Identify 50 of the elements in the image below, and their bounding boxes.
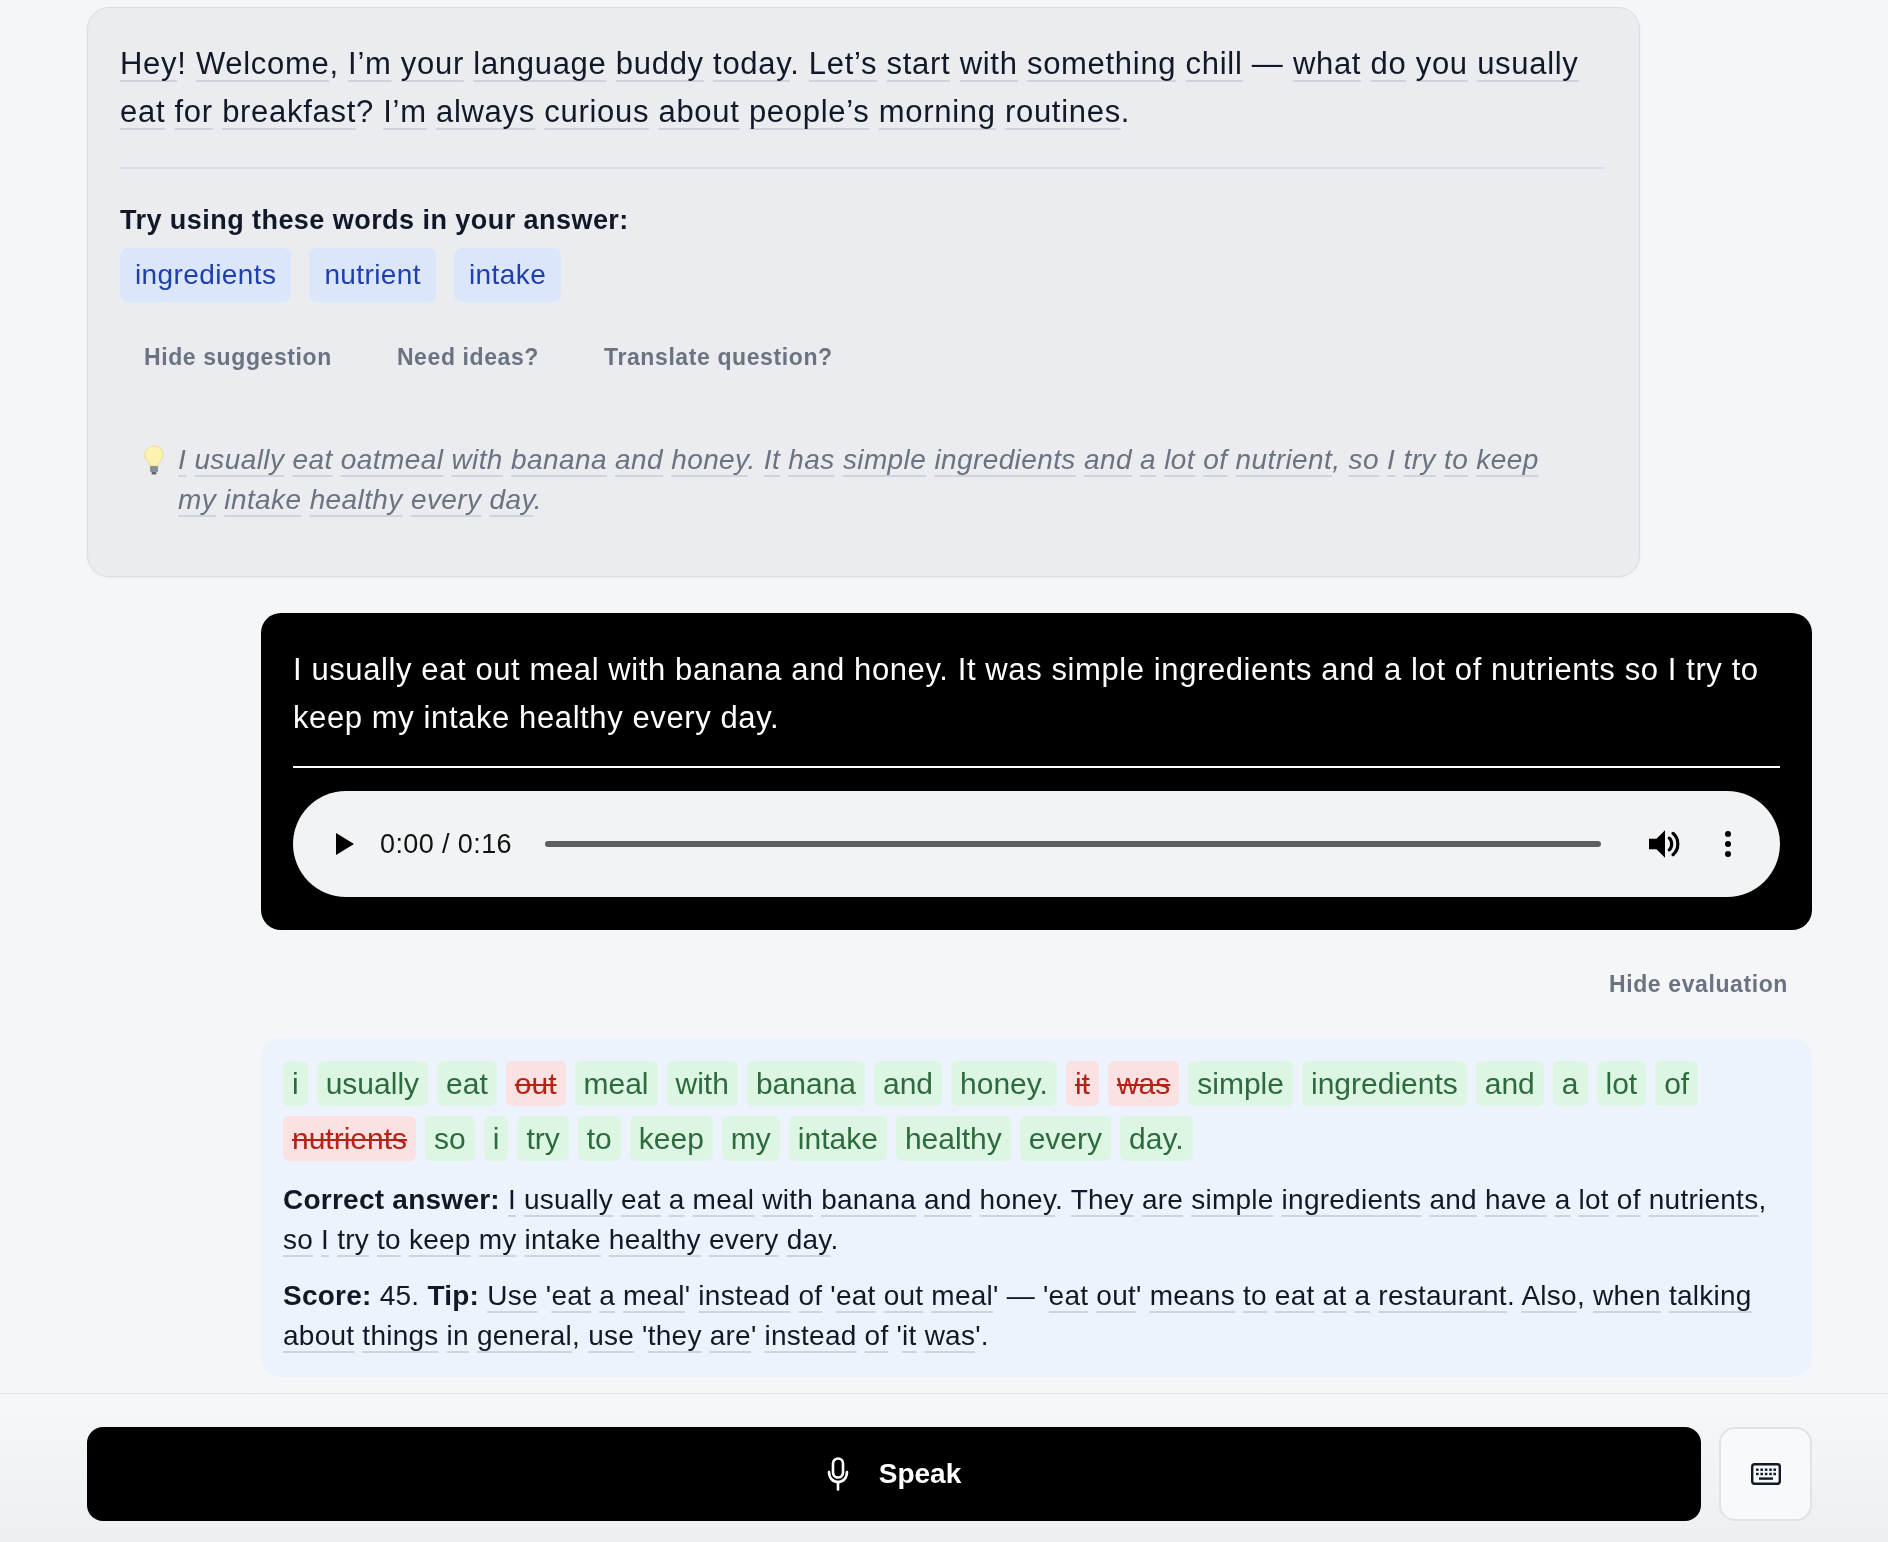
action-button[interactable]: Hide suggestion	[120, 329, 356, 385]
lightbulb-icon	[144, 445, 164, 475]
correct-word: ingredients	[1302, 1061, 1467, 1106]
play-icon[interactable]	[336, 833, 354, 855]
score-and-tip-text: Score: 45. Tip: Use 'eat a meal' instead of 'eat out meal' — 'eat out' means to eat at a restaurant. Also, when talking about things in general, use 'they are' instead of 'it was'.	[283, 1279, 1753, 1353]
correct-word: and	[1475, 1061, 1544, 1106]
correct-word: with	[666, 1061, 738, 1106]
correct-word: day.	[1120, 1116, 1193, 1161]
correct-word: try	[517, 1116, 569, 1161]
action-button[interactable]: Need ideas?	[372, 329, 563, 385]
suggestion-text: I usually eat oatmeal with banana and honey. It has simple ingredients and a lot of nutrient, so I try to keep my intake healthy every day.	[178, 443, 1540, 517]
vocabulary-chip[interactable]: nutrient	[309, 248, 436, 302]
correct-word: a	[1552, 1061, 1588, 1106]
playback-time: 0:00 / 0:16	[380, 828, 512, 860]
correct-word: my	[721, 1116, 780, 1161]
correct-word: i	[283, 1061, 308, 1106]
speak-button[interactable]: Speak	[87, 1427, 1701, 1521]
correct-word: lot	[1596, 1061, 1647, 1106]
keyboard-button[interactable]	[1719, 1427, 1812, 1521]
correct-word: intake	[788, 1116, 887, 1161]
incorrect-word: nutrients	[283, 1116, 417, 1161]
correct-word: so	[425, 1116, 475, 1161]
microphone-icon	[826, 1457, 849, 1491]
user-message-text: I usually eat out meal with banana and honey. It was simple ingredients and a lot of nutrients so I try to keep my intake healthy every day.	[293, 651, 1760, 737]
correct-answer-text: Correct answer: I usually eat a meal with banana and honey. They are simple ingredients and have a lot of nutrients, so I try to keep my intake healthy every day.	[283, 1183, 1768, 1257]
keyboard-icon	[1750, 1463, 1781, 1485]
correct-word: to	[577, 1116, 621, 1161]
correct-word: keep	[629, 1116, 713, 1161]
correct-word: simple	[1188, 1061, 1293, 1106]
hide-evaluation-button[interactable]: Hide evaluation	[1585, 956, 1812, 1012]
incorrect-word: it	[1065, 1061, 1099, 1106]
correct-word: of	[1655, 1061, 1699, 1106]
vocabulary-chip[interactable]: ingredients	[120, 248, 292, 302]
correct-word: banana	[746, 1061, 865, 1106]
incorrect-word: was	[1107, 1061, 1180, 1106]
correct-word: and	[874, 1061, 943, 1106]
vocabulary-heading: Try using these words in your answer:	[120, 204, 630, 236]
correct-word: usually	[316, 1061, 429, 1106]
more-options-icon[interactable]	[1725, 831, 1731, 857]
correct-word: healthy	[895, 1116, 1011, 1161]
assistant-message-text: Hey! Welcome, I’m your language buddy today. Let’s start with something chill — what do you usually eat for breakfast? I’m always curious about people’s morning routines.	[120, 45, 1580, 131]
incorrect-word: out	[505, 1061, 566, 1106]
action-button[interactable]: Translate question?	[580, 329, 857, 385]
volume-icon[interactable]	[1649, 829, 1681, 859]
correct-word: honey.	[951, 1061, 1057, 1106]
correct-word: eat	[437, 1061, 497, 1106]
correct-word: meal	[574, 1061, 658, 1106]
vocabulary-chip[interactable]: intake	[454, 248, 562, 302]
correct-word: i	[483, 1116, 509, 1161]
correct-word: every	[1019, 1116, 1112, 1161]
